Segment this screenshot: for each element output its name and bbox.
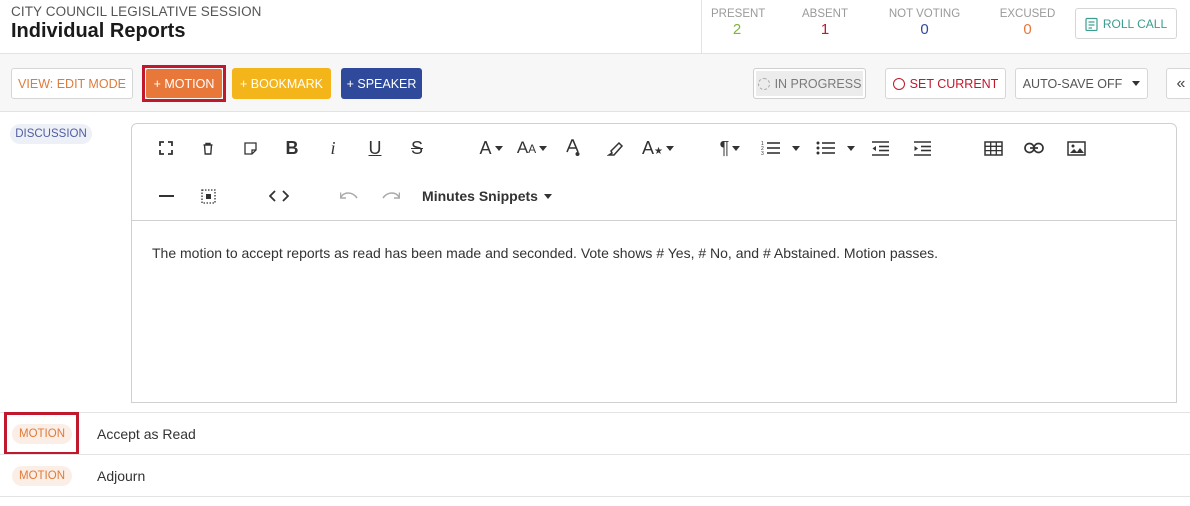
image-icon[interactable]	[1064, 136, 1088, 160]
stat-label: ABSENT	[802, 8, 849, 20]
chevron-down-icon	[543, 193, 552, 199]
motion-badge-highlight	[4, 412, 79, 455]
bold-icon[interactable]: B	[280, 136, 304, 160]
redo-icon[interactable]	[379, 184, 403, 208]
chevron-down-icon	[732, 145, 741, 151]
select-all-icon[interactable]	[196, 184, 220, 208]
roll-call-label: ROLL CALL	[1102, 16, 1168, 31]
horizontal-rule-icon[interactable]	[154, 184, 178, 208]
in-progress-label: IN PROGRESS	[774, 76, 862, 91]
discussion-badge: DISCUSSION	[10, 124, 92, 144]
italic-icon[interactable]: i	[321, 136, 345, 160]
chevron-down-icon	[846, 145, 855, 151]
chevron-down-icon	[665, 145, 674, 151]
minutes-snippets-label: Minutes Snippets	[422, 188, 538, 204]
indent-icon[interactable]	[910, 136, 934, 160]
text-star-icon: A★	[642, 137, 663, 158]
list-item[interactable]: MOTION Accept as Read	[0, 412, 1190, 454]
list-item[interactable]: MOTION Adjourn	[0, 454, 1190, 496]
motion-title[interactable]: Accept as Read	[97, 426, 196, 442]
fullscreen-icon[interactable]	[154, 136, 178, 160]
unordered-list-dropdown[interactable]	[813, 136, 857, 160]
code-view-icon[interactable]	[267, 184, 291, 208]
outdent-icon[interactable]	[868, 136, 892, 160]
strikethrough-icon[interactable]: S	[405, 136, 429, 160]
circle-icon	[892, 77, 905, 90]
highlighter-icon[interactable]	[603, 136, 627, 160]
link-icon[interactable]	[1022, 136, 1046, 160]
collapse-panel-button[interactable]: «	[1166, 68, 1190, 99]
add-motion-button[interactable]: + MOTION	[146, 69, 222, 98]
font-family-icon: A	[479, 137, 492, 158]
clipboard-list-icon	[1085, 17, 1098, 31]
session-header: CITY COUNCIL LEGISLATIVE SESSION Individ…	[0, 0, 1190, 54]
trash-icon[interactable]	[196, 136, 220, 160]
ordered-list-icon: 123	[761, 141, 780, 156]
chevron-down-icon	[791, 145, 800, 151]
add-speaker-button[interactable]: + SPEAKER	[341, 68, 422, 99]
session-label: CITY COUNCIL LEGISLATIVE SESSION	[11, 4, 262, 19]
editor-content[interactable]: The motion to accept reports as read has…	[152, 244, 1152, 262]
stat-label: EXCUSED	[999, 8, 1056, 20]
stat-label: PRESENT	[711, 8, 766, 20]
text-color-icon[interactable]	[561, 136, 585, 160]
progress-ring-icon	[757, 77, 770, 90]
sticky-note-icon[interactable]	[238, 136, 262, 160]
motion-badge: MOTION	[12, 466, 72, 486]
motion-button-highlight: + MOTION	[142, 65, 226, 102]
paragraph-icon: ¶	[719, 137, 730, 158]
stat-value: 2	[732, 21, 742, 38]
page-title: Individual Reports	[11, 20, 186, 42]
stat-present: PRESENT 2	[711, 8, 766, 38]
autosave-label: AUTO-SAVE OFF	[1022, 76, 1123, 91]
stat-absent: ABSENT 1	[802, 8, 848, 38]
text-style-dropdown[interactable]: A★	[640, 136, 676, 160]
table-icon[interactable]	[981, 136, 1005, 160]
header-divider	[701, 0, 702, 54]
action-toolbar: VIEW: EDIT MODE + MOTION + BOOKMARK + SP…	[0, 54, 1190, 112]
chevron-down-icon	[539, 145, 548, 151]
divider	[0, 496, 1190, 497]
in-progress-button[interactable]: IN PROGRESS	[753, 68, 866, 99]
stat-value: 0	[920, 21, 929, 38]
set-current-label: SET CURRENT	[909, 76, 999, 91]
motion-title[interactable]: Adjourn	[97, 468, 145, 484]
stat-excused: EXCUSED 0	[999, 8, 1056, 38]
rich-text-editor: B i U S A AA A★ ¶ 123 Minutes Snippets T…	[131, 123, 1177, 403]
stat-value: 1	[820, 21, 830, 38]
chevron-down-icon	[494, 145, 503, 151]
autosave-dropdown[interactable]: AUTO-SAVE OFF	[1015, 68, 1148, 99]
chevron-down-icon	[1132, 81, 1141, 86]
font-family-dropdown[interactable]: A	[475, 136, 507, 160]
view-mode-button[interactable]: VIEW: EDIT MODE	[11, 68, 133, 99]
add-bookmark-button[interactable]: + BOOKMARK	[232, 68, 331, 99]
ordered-list-dropdown[interactable]: 123	[758, 136, 802, 160]
underline-icon[interactable]: U	[363, 136, 387, 160]
paragraph-dropdown[interactable]: ¶	[714, 136, 746, 160]
set-current-button[interactable]: SET CURRENT	[885, 68, 1006, 99]
stat-not-voting: NOT VOTING 0	[887, 8, 962, 38]
stat-value: 0	[1023, 21, 1032, 38]
stat-label: NOT VOTING	[888, 8, 961, 20]
font-size-icon: AA	[516, 138, 537, 157]
roll-call-button[interactable]: ROLL CALL	[1075, 8, 1177, 39]
editor-toolbar: B i U S A AA A★ ¶ 123 Minutes Snippets	[132, 124, 1176, 221]
svg-text:3: 3	[761, 151, 764, 156]
bullet-list-icon	[816, 141, 835, 155]
undo-icon[interactable]	[337, 184, 361, 208]
font-size-dropdown[interactable]: AA	[514, 136, 550, 160]
minutes-snippets-dropdown[interactable]: Minutes Snippets	[420, 184, 554, 208]
